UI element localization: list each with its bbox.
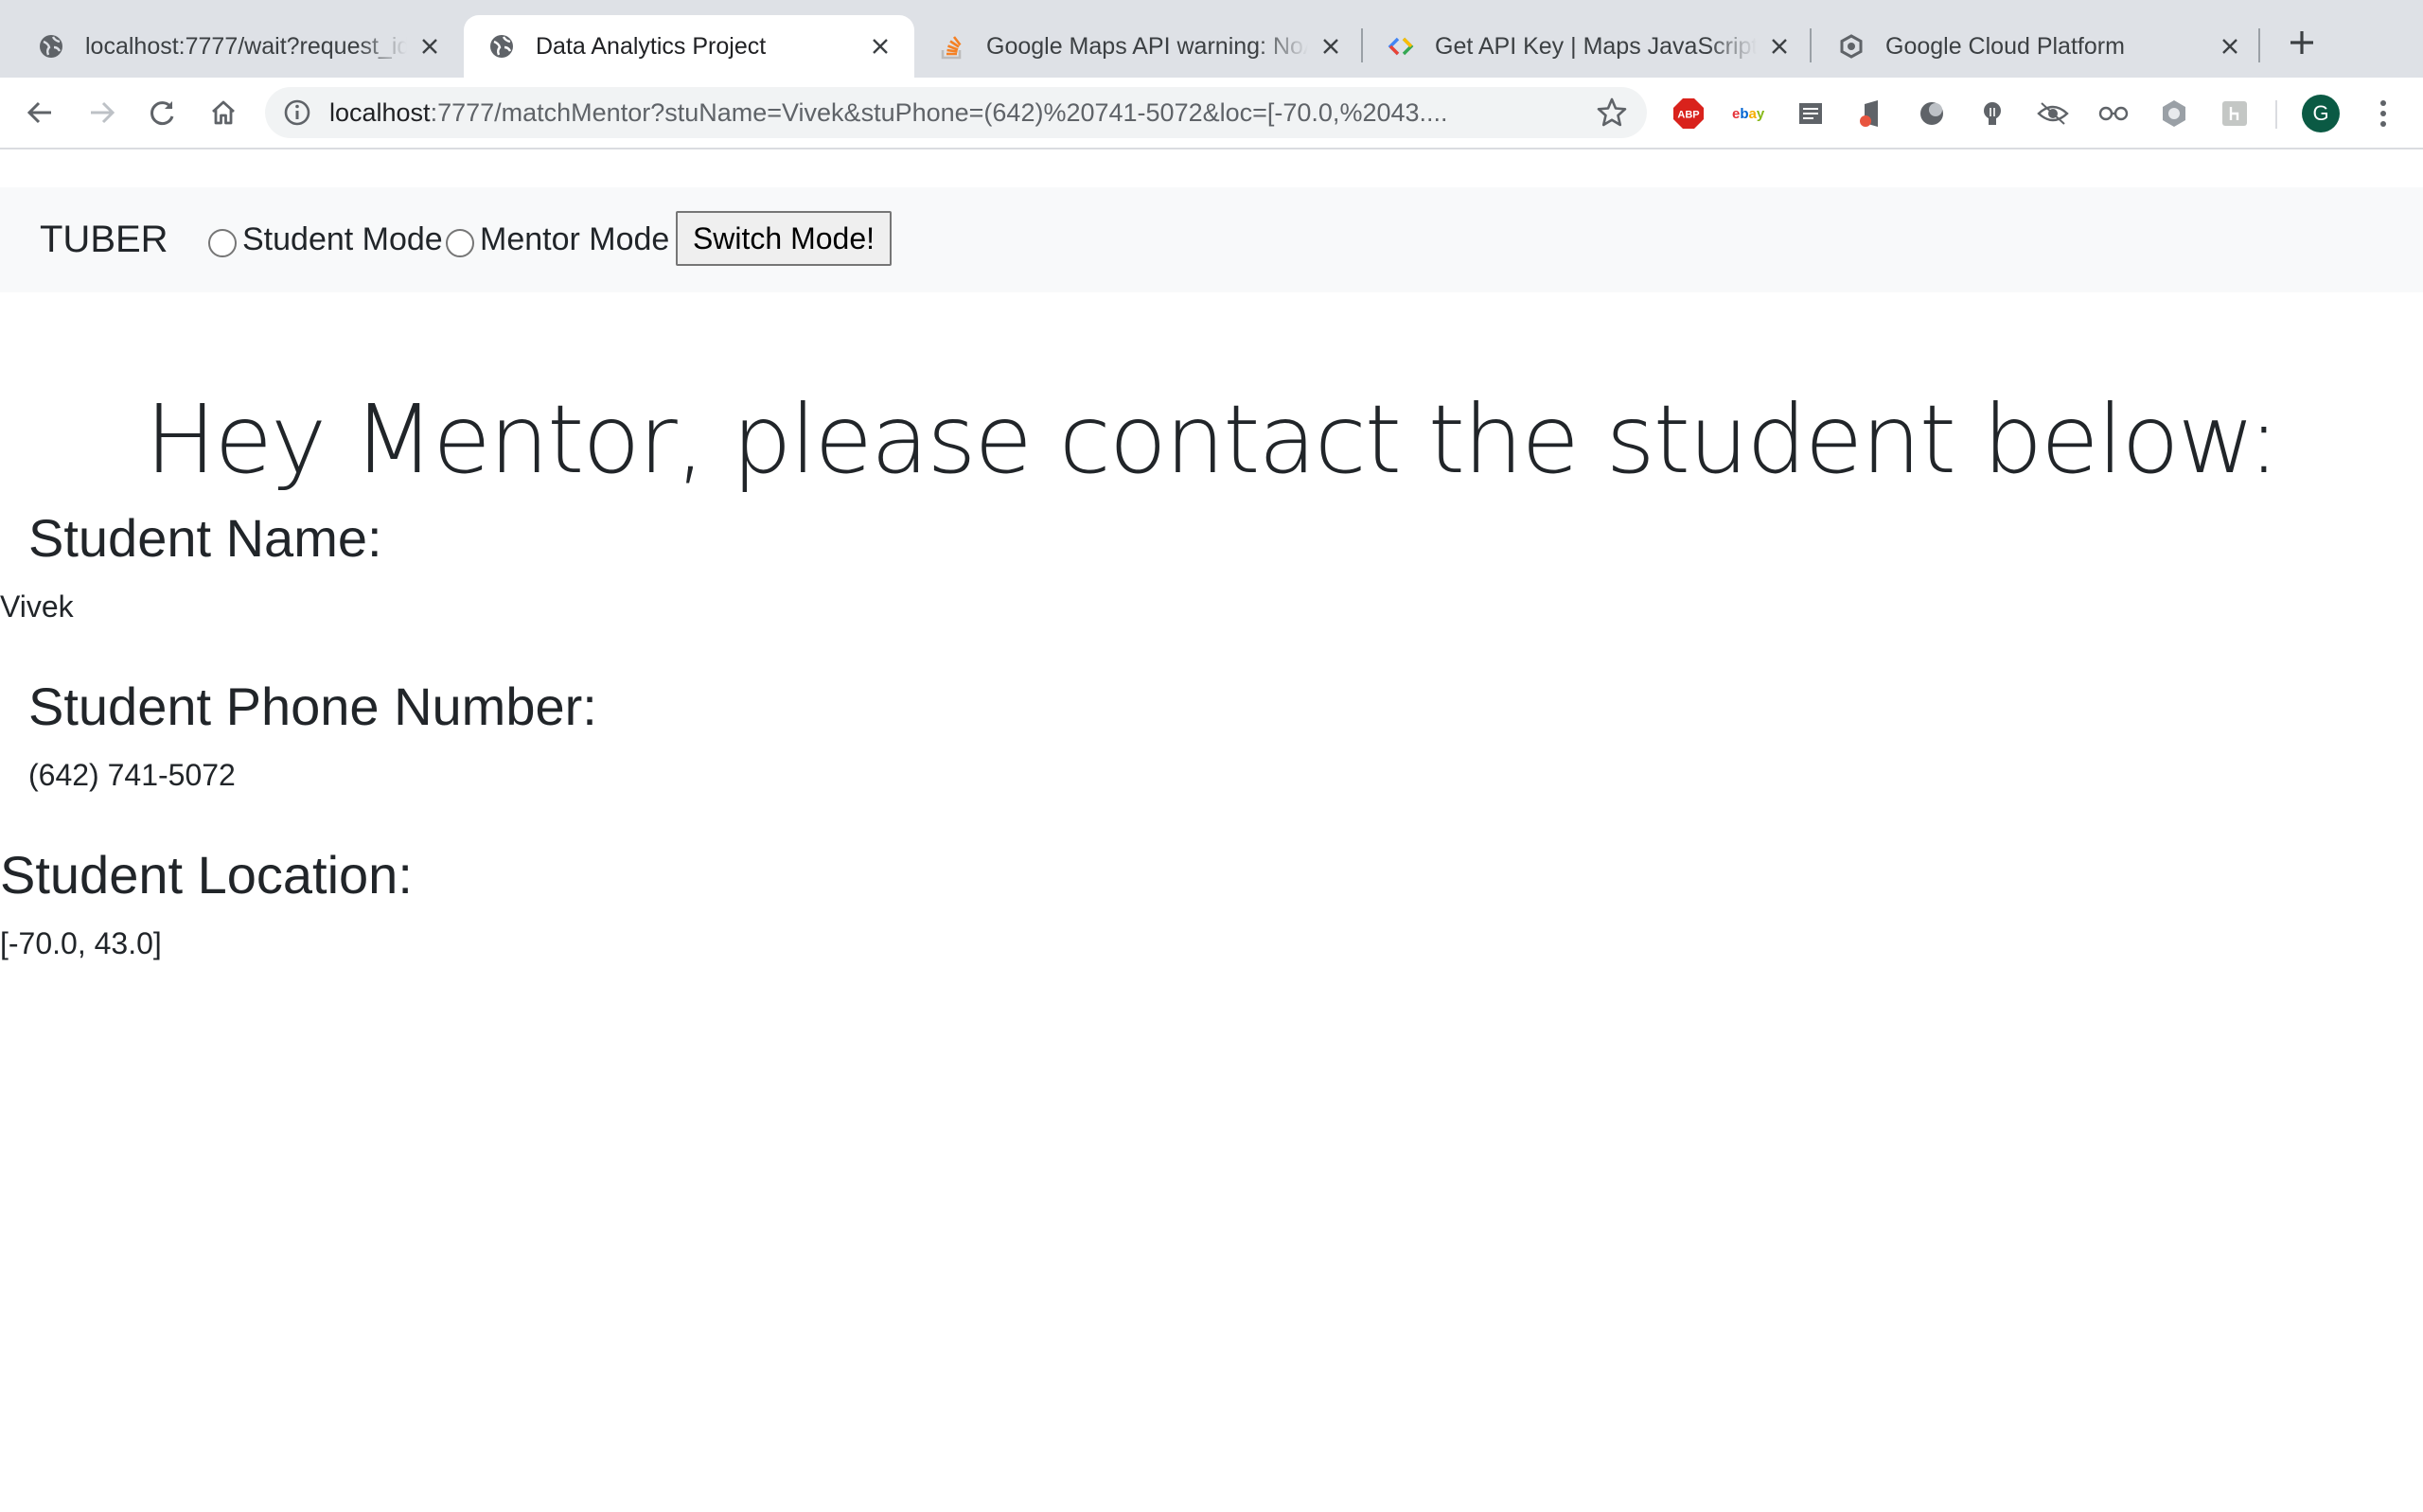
office-icon[interactable]	[1855, 97, 1887, 130]
forward-button[interactable]	[81, 92, 123, 133]
app-navbar: TUBER Student Mode Mentor Mode Switch Mo…	[0, 187, 2423, 292]
arrow-right-icon	[91, 101, 115, 124]
close-icon[interactable]	[2215, 31, 2245, 62]
student-location-heading: Student Location:	[0, 845, 413, 905]
tab-wait-request[interactable]: localhost:7777/wait?request_id	[13, 15, 464, 78]
close-icon[interactable]	[415, 31, 445, 62]
url-host: localhost	[329, 98, 431, 127]
tab-title: localhost:7777/wait?request_id	[85, 32, 407, 60]
profile-avatar[interactable]: G	[2302, 95, 2340, 132]
student-mode-option[interactable]: Student Mode	[208, 221, 443, 258]
url-path: :7777/matchMentor?stuName=Vivek&stuPhone…	[430, 98, 1448, 127]
brand-logo[interactable]: TUBER	[40, 219, 168, 261]
tab-data-analytics[interactable]: Data Analytics Project	[464, 15, 914, 78]
student-name-heading: Student Name:	[28, 508, 382, 568]
tab-strip: localhost:7777/wait?request_id Data Anal…	[0, 0, 2423, 78]
cloud-platform-icon	[1836, 31, 1866, 62]
circle-icon[interactable]	[1916, 97, 1948, 130]
hexagon-icon[interactable]	[2158, 97, 2190, 130]
toolbar-divider	[2275, 100, 2277, 129]
back-button[interactable]	[19, 92, 61, 133]
tab-title: Get API Key | Maps JavaScript API	[1435, 32, 1757, 60]
home-button[interactable]	[203, 92, 244, 133]
globe-icon	[36, 31, 66, 62]
reload-button[interactable]	[142, 92, 184, 133]
browser-menu-button[interactable]	[2364, 95, 2402, 132]
abp-icon[interactable]: ABP	[1672, 97, 1705, 130]
google-dev-icon	[1386, 31, 1416, 62]
svg-text:ABP: ABP	[1677, 110, 1699, 121]
arrow-left-icon	[27, 101, 51, 124]
mentor-mode-label: Mentor Mode	[480, 221, 670, 257]
address-bar[interactable]: localhost:7777/matchMentor?stuName=Vivek…	[265, 87, 1647, 138]
tab-cloud-platform[interactable]: Google Cloud Platform	[1813, 15, 2264, 78]
ebay-icon[interactable]: ebay	[1732, 97, 1770, 130]
glasses-icon[interactable]	[2097, 97, 2130, 130]
url-text: localhost:7777/matchMentor?stuName=Vivek…	[329, 98, 1560, 127]
close-icon[interactable]	[1316, 31, 1346, 62]
stackoverflow-icon	[937, 31, 967, 62]
student-phone-value: (642) 741-5072	[28, 758, 236, 792]
student-location-value: [-70.0, 43.0]	[0, 926, 162, 960]
tab-title: Google Maps API warning: NoApiKeys	[986, 32, 1308, 60]
browser-toolbar: localhost:7777/matchMentor?stuName=Vivek…	[0, 78, 2423, 149]
globe-icon	[486, 31, 517, 62]
notes-icon[interactable]	[1795, 97, 1827, 130]
tab-divider	[2258, 28, 2260, 62]
more-vertical-icon	[2380, 100, 2386, 127]
plus-icon	[2290, 31, 2313, 54]
student-mode-label: Student Mode	[242, 221, 443, 257]
close-icon[interactable]	[865, 31, 895, 62]
info-icon[interactable]	[282, 97, 312, 128]
page-headline: Hey Mentor, please contact the student b…	[145, 384, 2279, 495]
student-mode-radio[interactable]	[208, 228, 237, 257]
mentor-mode-radio[interactable]	[446, 228, 474, 257]
svg-text:ebay: ebay	[1732, 106, 1765, 122]
student-phone-heading: Student Phone Number:	[28, 677, 597, 736]
tab-get-api-key[interactable]: Get API Key | Maps JavaScript API	[1363, 15, 1813, 78]
tab-maps-warning[interactable]: Google Maps API warning: NoApiKeys	[914, 15, 1365, 78]
switch-mode-button[interactable]: Switch Mode!	[676, 211, 892, 266]
tab-title: Google Cloud Platform	[1885, 32, 2125, 60]
tab-title: Data Analytics Project	[536, 32, 767, 60]
tab-divider	[1810, 28, 1812, 62]
bookmark-star-icon[interactable]	[1596, 97, 1628, 129]
close-icon[interactable]	[1764, 31, 1795, 62]
bulb-icon[interactable]	[1976, 97, 2008, 130]
new-tab-button[interactable]	[2283, 24, 2321, 62]
page-content: TUBER Student Mode Mentor Mode Switch Mo…	[0, 149, 2423, 1512]
home-icon	[212, 100, 235, 125]
mentor-mode-option[interactable]: Mentor Mode	[446, 221, 669, 258]
eye-icon[interactable]	[2037, 97, 2069, 130]
reload-icon	[150, 101, 174, 126]
student-name-value: Vivek	[0, 589, 74, 624]
puzzle-icon[interactable]	[2219, 97, 2251, 130]
